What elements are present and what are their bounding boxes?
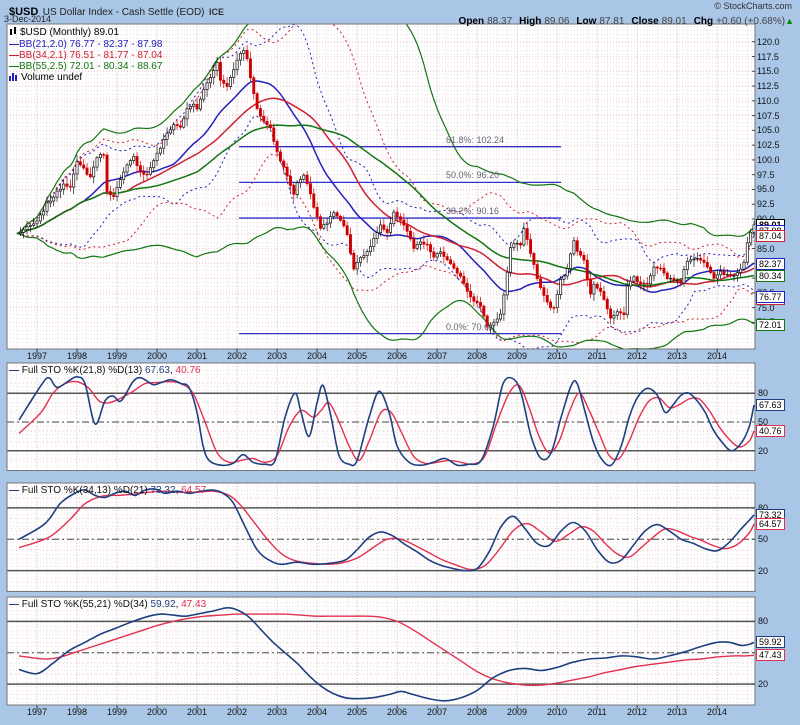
x-axis-year-label: 2011: [584, 351, 610, 361]
copyright-label: © StockCharts.com: [714, 1, 792, 11]
price-axis-label: 105.0: [757, 125, 780, 135]
x-axis-year-label: 2000: [144, 351, 170, 361]
stoch-badge: 64.57: [756, 518, 785, 530]
stoch-legend: — Full STO %K(55,21) %D(34) 59.92, 47.43: [9, 599, 206, 610]
high-label: High: [519, 16, 541, 27]
x-axis-year-label: 1999: [104, 707, 130, 717]
x-axis-year-label: 1999: [104, 351, 130, 361]
price-axis-label: 112.5: [757, 81, 779, 91]
price-axis-label: 107.5: [757, 111, 780, 121]
bollinger-legend-row: —BB(55,2.5) 72.01 - 80.34 - 88.67: [9, 61, 162, 72]
x-axis-year-label: 2010: [544, 351, 570, 361]
x-axis-year-label: 2002: [224, 351, 250, 361]
price-axis-label: 92.5: [757, 199, 775, 209]
x-axis-year-label: 2001: [184, 707, 210, 717]
x-axis-year-label: 2002: [224, 707, 250, 717]
price-badge: 76.77: [756, 291, 785, 303]
x-axis-year-label: 1998: [64, 351, 90, 361]
chart-date: 3-Dec-2014: [4, 14, 51, 24]
x-axis-year-label: 2009: [504, 351, 530, 361]
x-axis-year-label: 2004: [304, 351, 330, 361]
x-axis-year-label: 2014: [704, 351, 730, 361]
stoch-axis-label: 20: [758, 446, 768, 456]
stoch-badge: 47.43: [756, 649, 785, 661]
price-axis-label: 100.0: [757, 155, 780, 165]
candlestick-icon: [9, 27, 17, 36]
x-axis-year-label: 2009: [504, 707, 530, 717]
volume-icon: [9, 72, 18, 81]
stoch-legend: — Full STO %K(21,8) %D(13) 67.63, 40.76: [9, 365, 201, 376]
price-badge: 82.37: [756, 258, 785, 270]
x-axis-year-label: 2005: [344, 351, 370, 361]
price-badge: 80.34: [756, 270, 785, 282]
x-axis-year-label: 2008: [464, 707, 490, 717]
x-axis-year-label: 2013: [664, 707, 690, 717]
stoch-axis-label: 50: [758, 534, 768, 544]
price-axis-label: 110.0: [757, 96, 779, 106]
chg-value: +0.60 (+0.68%): [716, 16, 785, 27]
quote-bar: Open88.37 High89.06 Low87.81 Close 89.01 Chg+…: [452, 11, 794, 29]
stoch-axis-label: 80: [758, 388, 768, 398]
x-axis-year-label: 2003: [264, 707, 290, 717]
fib-level-label: 61.8%: 102.24: [446, 135, 504, 145]
fib-level-label: 50.0%: 96.20: [446, 170, 499, 180]
x-axis-year-label: 2012: [624, 707, 650, 717]
exchange-label: ICE: [209, 7, 224, 17]
stoch-axis-label: 80: [758, 616, 768, 626]
price-axis-label: 85.0: [757, 244, 775, 254]
stoch-badge: 40.76: [756, 425, 785, 437]
x-axis-year-label: 1997: [24, 351, 50, 361]
low-label: Low: [576, 16, 596, 27]
open-label: Open: [459, 16, 485, 27]
price-badge: 87.04: [756, 230, 785, 242]
chg-label: Chg: [694, 16, 713, 27]
x-axis-year-label: 2001: [184, 351, 210, 361]
price-axis-label: 115.0: [757, 66, 779, 76]
x-axis-year-label: 2007: [424, 707, 450, 717]
x-axis-year-label: 2003: [264, 351, 290, 361]
x-axis-year-label: 2008: [464, 351, 490, 361]
bollinger-legend-row: —BB(34,2.1) 76.51 - 81.77 - 87.04: [9, 50, 162, 61]
stoch-badge: 59.92: [756, 636, 785, 648]
stoch-badge: 67.63: [756, 399, 785, 411]
x-axis-year-label: 1997: [24, 707, 50, 717]
x-axis-year-label: 2011: [584, 707, 610, 717]
price-axis-label: 97.5: [757, 170, 775, 180]
x-axis-year-label: 2006: [384, 707, 410, 717]
up-arrow-icon: ▲: [785, 16, 794, 26]
x-axis-year-label: 2013: [664, 351, 690, 361]
x-axis-year-label: 2012: [624, 351, 650, 361]
stoch-legend: — Full STO %K(34,13) %D(21) 73.32, 64.57: [9, 485, 206, 496]
close-value: 89.01: [662, 16, 687, 27]
stockcharts-chart: $USD US Dollar Index - Cash Settle (EOD)…: [0, 0, 800, 725]
stoch-axis-label: 20: [758, 679, 768, 689]
x-axis-year-label: 2014: [704, 707, 730, 717]
x-axis-year-label: 2010: [544, 707, 570, 717]
x-axis-year-label: 2000: [144, 707, 170, 717]
high-value: 89.06: [544, 16, 569, 27]
chart-title-text: US Dollar Index - Cash Settle (EOD): [43, 7, 205, 18]
stoch-axis-label: 20: [758, 566, 768, 576]
x-axis-year-label: 2006: [384, 351, 410, 361]
price-badge: 72.01: [756, 319, 785, 331]
x-axis-year-label: 2005: [344, 707, 370, 717]
open-value: 88.37: [487, 16, 512, 27]
price-axis-label: 120.0: [757, 37, 780, 47]
price-axis-label: 95.0: [757, 184, 775, 194]
volume-legend-row: Volume undef: [9, 72, 82, 83]
bollinger-legend-row: —BB(21,2.0) 76.77 - 82.37 - 87.98: [9, 39, 162, 50]
main-legend-title: $USD (Monthly) 89.01: [9, 27, 119, 38]
chart-canvas: [0, 0, 800, 725]
fib-level-label: 0.0%: 70.60: [446, 322, 494, 332]
fib-level-label: 38.2%: 90.16: [446, 206, 499, 216]
price-axis-label: 102.5: [757, 140, 780, 150]
x-axis-year-label: 2007: [424, 351, 450, 361]
price-axis-label: 117.5: [757, 52, 779, 62]
close-label: Close: [631, 16, 658, 27]
x-axis-year-label: 2004: [304, 707, 330, 717]
low-value: 87.81: [599, 16, 624, 27]
x-axis-year-label: 1998: [64, 707, 90, 717]
